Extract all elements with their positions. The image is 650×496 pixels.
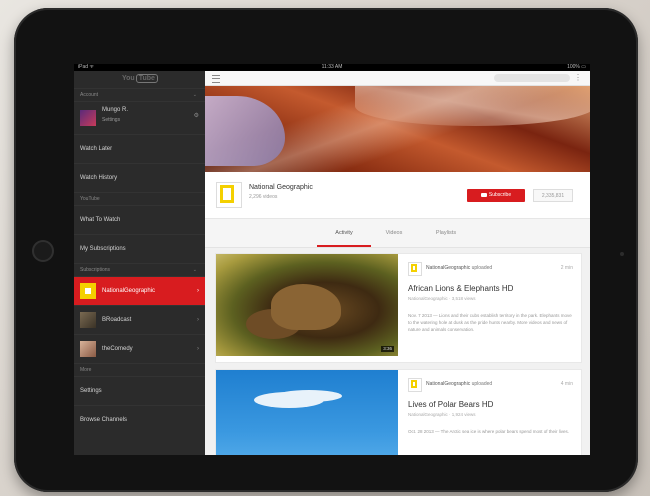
top-bar: ⋮ [205, 71, 590, 86]
menu-icon[interactable] [212, 75, 220, 83]
uploader-line: NationalGeographic uploaded [426, 381, 493, 387]
youtube-icon [480, 192, 487, 197]
tab-playlists[interactable]: Playlists [419, 219, 473, 247]
tab-activity[interactable]: Activity [317, 219, 371, 247]
more-icon[interactable]: ⋮ [574, 73, 582, 83]
sidebar-item-browse-channels[interactable]: Browse Channels [74, 405, 205, 434]
chevron-right-icon: › [197, 346, 199, 352]
subscribe-button[interactable]: Subscribe [467, 189, 525, 202]
home-button[interactable] [32, 240, 54, 262]
status-bar: iPad ᯤ 11:33 AM 100% ▭ [74, 64, 590, 71]
channel-thumbnail [80, 312, 96, 328]
sidebar-user[interactable]: Mungo R. Settings ⚙ [74, 101, 205, 134]
avatar [80, 110, 96, 126]
video-title[interactable]: African Lions & Elephants HD [408, 284, 513, 293]
video-info: NationalGeographic uploaded 4 min Lives … [408, 370, 573, 455]
natgeo-logo-icon [80, 283, 96, 299]
search-input[interactable] [494, 74, 570, 82]
chevron-down-icon: ⌄ [192, 267, 197, 273]
sidebar-item-label: BRoadcast [102, 317, 132, 323]
channel-name: National Geographic [249, 184, 313, 191]
battery-indicator: 100% ▭ [567, 64, 586, 70]
activity-feed: 3:36 NationalGeographic uploaded 2 min A… [216, 254, 581, 455]
user-name: Mungo R. [102, 107, 129, 113]
video-description: Oct. 28 2013 — The Arctic sea ice is whe… [408, 429, 569, 434]
upload-age: 4 min [560, 381, 573, 387]
sidebar-item-settings[interactable]: Settings [74, 376, 205, 405]
sidebar-section-youtube: YouTube [74, 192, 205, 205]
video-thumbnail[interactable] [216, 370, 398, 455]
youtube-logo: You Tube [122, 74, 158, 83]
main-content: ⋮ National Geographic 2,296 videos Subsc… [205, 71, 590, 455]
sidebar-section-more: More [74, 363, 205, 376]
sidebar-section-subscriptions[interactable]: Subscriptions ⌄ [74, 263, 205, 276]
gear-icon[interactable]: ⚙ [194, 102, 199, 130]
camera-icon [620, 252, 624, 256]
video-meta: NationalGeographic · 1,924 views [408, 412, 476, 417]
video-duration: 3:36 [381, 346, 394, 352]
video-title[interactable]: Lives of Polar Bears HD [408, 400, 493, 409]
channel-tabs: Activity Videos Playlists [205, 219, 590, 248]
screen: iPad ᯤ 11:33 AM 100% ▭ You Tube Account ⌄… [74, 64, 590, 455]
subscriber-count: 2,335,831 [533, 189, 573, 202]
video-description: Nov. 7 2013 — Lions and their cubs estab… [408, 313, 572, 332]
video-info: NationalGeographic uploaded 2 min Africa… [408, 254, 573, 356]
sidebar-item-my-subscriptions[interactable]: My Subscriptions [74, 234, 205, 263]
ipad-frame: iPad ᯤ 11:33 AM 100% ▭ You Tube Account ⌄… [14, 8, 638, 492]
feed-card[interactable]: NationalGeographic uploaded 4 min Lives … [216, 370, 581, 455]
uploader-avatar [408, 378, 422, 392]
sidebar-item-label: What To Watch [80, 217, 121, 223]
sidebar-item-label: My Subscriptions [80, 246, 126, 252]
channel-thumbnail [80, 341, 96, 357]
feed-card[interactable]: 3:36 NationalGeographic uploaded 2 min A… [216, 254, 581, 362]
sidebar-section-account[interactable]: Account ⌄ [74, 88, 205, 101]
uploader-avatar [408, 262, 422, 276]
user-subline: Settings [102, 117, 121, 123]
video-thumbnail[interactable]: 3:36 [216, 254, 398, 356]
chevron-right-icon: › [197, 288, 199, 294]
sidebar: You Tube Account ⌄ Mungo R. Settings ⚙ Wa… [74, 71, 205, 455]
sidebar-item-label: NationalGeographic [102, 288, 156, 294]
sidebar-item-watch-later[interactable]: Watch Later [74, 134, 205, 163]
sidebar-item-thecomedy[interactable]: theComedy › [74, 334, 205, 363]
uploader-line: NationalGeographic uploaded [426, 265, 493, 271]
sidebar-item-label: theComedy [102, 346, 133, 352]
sidebar-item-label: Settings [80, 388, 102, 394]
sidebar-item-label: Watch Later [80, 146, 113, 152]
sidebar-item-watch-history[interactable]: Watch History [74, 163, 205, 192]
sidebar-item-label: Browse Channels [80, 417, 128, 423]
channel-header: National Geographic 2,296 videos Subscri… [205, 172, 590, 219]
channel-banner [205, 86, 590, 172]
sidebar-logo-row: You Tube [74, 71, 205, 88]
chevron-down-icon: ⌄ [192, 92, 197, 98]
channel-logo-icon [216, 182, 242, 208]
sidebar-item-what-to-watch[interactable]: What To Watch [74, 205, 205, 234]
tab-videos[interactable]: Videos [367, 219, 421, 247]
upload-age: 2 min [560, 265, 573, 271]
chevron-right-icon: › [197, 317, 199, 323]
sidebar-item-nationalgeographic[interactable]: NationalGeographic › [74, 276, 205, 305]
channel-video-count: 2,296 videos [249, 194, 278, 200]
sidebar-item-label: Watch History [80, 175, 118, 181]
video-meta: NationalGeographic · 3,518 views [408, 296, 476, 301]
clock: 11:33 AM [321, 64, 343, 70]
sidebar-item-broadcast[interactable]: BRoadcast › [74, 305, 205, 334]
